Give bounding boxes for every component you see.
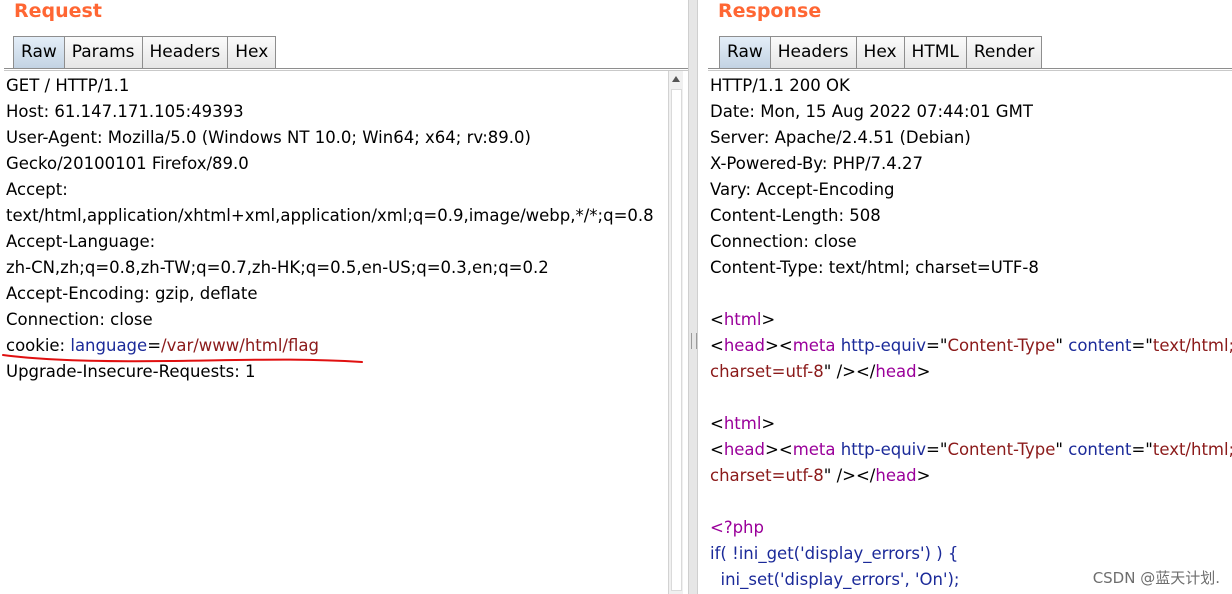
html-tag: html xyxy=(723,414,762,433)
php-open-line: <?php xyxy=(710,518,764,537)
response-tab-hex[interactable]: Hex xyxy=(855,36,905,68)
response-tab-html[interactable]: HTML xyxy=(903,36,967,68)
attr-value: text/html; xyxy=(1152,336,1232,355)
attr-name: content xyxy=(1068,440,1132,459)
splitter-grip-icon[interactable] xyxy=(691,333,697,349)
tab-divider-line xyxy=(4,68,688,69)
response-pane: Response Raw Headers Hex HTML Render HTT… xyxy=(698,0,1232,594)
attr-name: http-equiv xyxy=(840,440,927,459)
request-tab-headers[interactable]: Headers xyxy=(141,36,229,68)
response-viewer[interactable]: HTTP/1.1 200 OK Date: Mon, 15 Aug 2022 0… xyxy=(710,73,1232,593)
head-meta-line-cont: charset=utf-8" /></head> xyxy=(710,466,931,485)
attr-value: charset=utf-8 xyxy=(710,466,824,485)
scroll-thumb[interactable] xyxy=(671,89,682,591)
meta-tag: meta xyxy=(792,440,836,459)
response-title: Response xyxy=(718,0,822,22)
request-line: Connection: close xyxy=(6,310,153,329)
response-header-line: Content-Type: text/html; charset=UTF-8 xyxy=(710,258,1039,277)
attr-name: http-equiv xyxy=(840,336,927,355)
request-editor[interactable]: GET / HTTP/1.1 Host: 61.147.171.105:4939… xyxy=(6,73,654,385)
request-tab-params[interactable]: Params xyxy=(63,36,143,68)
request-line: Accept-Encoding: gzip, deflate xyxy=(6,284,258,303)
attr-value: text/html; xyxy=(1152,440,1232,459)
request-line: zh-CN,zh;q=0.8,zh-TW;q=0.7,zh-HK;q=0.5,e… xyxy=(6,258,549,277)
head-tag: head xyxy=(723,336,766,355)
response-tabs: Raw Headers Hex HTML Render xyxy=(719,36,1043,68)
response-header-line: Date: Mon, 15 Aug 2022 07:44:01 GMT xyxy=(710,102,1033,121)
scroll-up-arrow-icon[interactable] xyxy=(672,76,680,82)
html-open-line: <html> xyxy=(710,310,776,329)
request-line: Gecko/20100101 Firefox/89.0 xyxy=(6,154,249,173)
attr-name: content xyxy=(1068,336,1132,355)
red-underline-annotation xyxy=(2,354,363,363)
response-header-line: X-Powered-By: PHP/7.4.27 xyxy=(710,154,923,173)
request-scrollbar[interactable] xyxy=(668,71,683,594)
head-meta-line-cont: charset=utf-8" /></head> xyxy=(710,362,931,381)
response-header-line: HTTP/1.1 200 OK xyxy=(710,76,850,95)
request-line: Accept: xyxy=(6,180,68,199)
request-line: text/html,application/xhtml+xml,applicat… xyxy=(6,206,654,225)
attr-value: charset=utf-8 xyxy=(710,362,824,381)
response-header-line: Vary: Accept-Encoding xyxy=(710,180,895,199)
response-header-line: Server: Apache/2.4.51 (Debian) xyxy=(710,128,971,147)
response-tab-render[interactable]: Render xyxy=(965,36,1043,68)
html-open-line: <html> xyxy=(710,414,776,433)
head-tag: head xyxy=(875,466,917,485)
tab-divider-line xyxy=(4,70,688,71)
html-tag: html xyxy=(723,310,762,329)
request-tab-hex[interactable]: Hex xyxy=(227,36,277,68)
watermark: CSDN @蓝天计划. xyxy=(1092,569,1220,587)
response-header-line: Connection: close xyxy=(710,232,857,251)
request-line: User-Agent: Mozilla/5.0 (Windows NT 10.0… xyxy=(6,128,531,147)
tab-divider-line xyxy=(708,70,1232,71)
request-line: Accept-Language: xyxy=(6,232,156,251)
meta-tag: meta xyxy=(792,336,836,355)
php-code-line: if( !ini_get('display_errors') ) { xyxy=(710,544,959,563)
request-pane: Request Raw Params Headers Hex GET / HTT… xyxy=(0,0,688,594)
pane-splitter[interactable] xyxy=(688,0,698,594)
request-tabs: Raw Params Headers Hex xyxy=(13,36,277,68)
attr-value: Content-Type xyxy=(947,336,1056,355)
request-line: Host: 61.147.171.105:49393 xyxy=(6,102,244,121)
request-line: GET / HTTP/1.1 xyxy=(6,76,130,95)
head-meta-line: <head><meta http-equiv="Content-Type" co… xyxy=(710,333,1232,359)
head-meta-line: <head><meta http-equiv="Content-Type" co… xyxy=(710,437,1232,463)
response-tab-raw[interactable]: Raw xyxy=(719,36,771,68)
attr-value: Content-Type xyxy=(947,440,1056,459)
response-tab-headers[interactable]: Headers xyxy=(769,36,857,68)
tab-divider-line xyxy=(708,68,1232,69)
request-tab-raw[interactable]: Raw xyxy=(13,36,65,68)
request-title: Request xyxy=(14,0,102,22)
head-tag: head xyxy=(723,440,766,459)
head-tag: head xyxy=(875,362,917,381)
response-header-line: Content-Length: 508 xyxy=(710,206,881,225)
